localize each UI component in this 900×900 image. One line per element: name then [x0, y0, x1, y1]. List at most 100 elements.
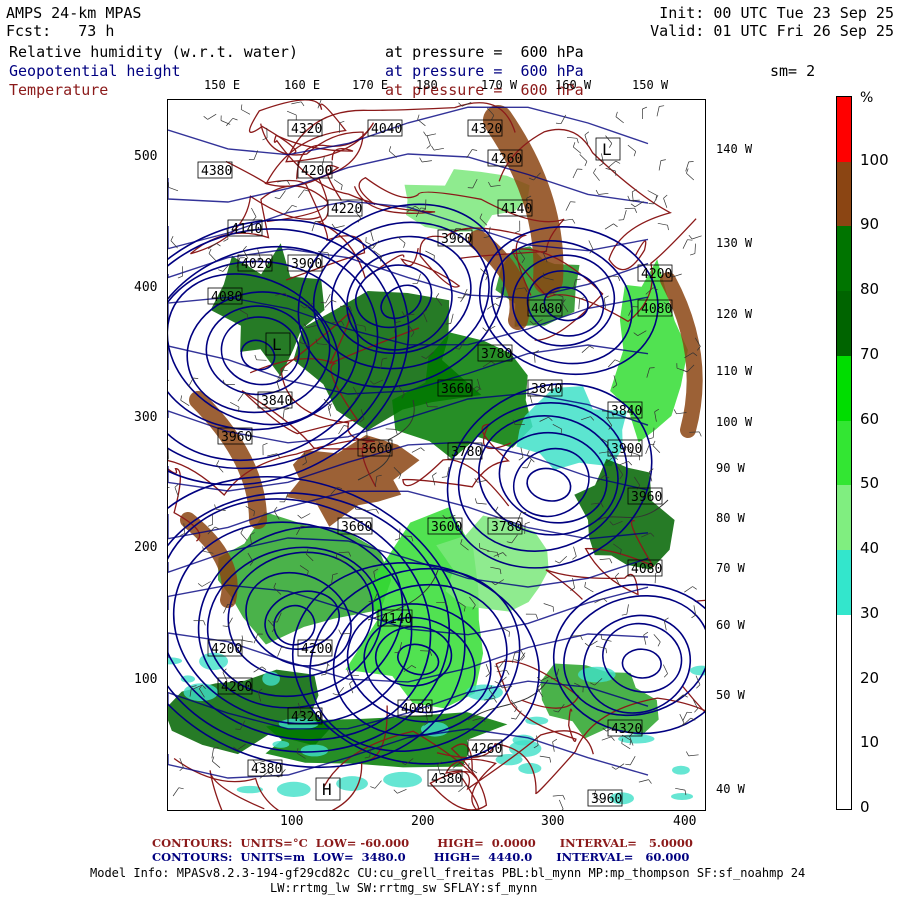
field-height-name: Geopotential height	[9, 62, 181, 80]
svg-text:4380: 4380	[251, 762, 282, 777]
wind-barb	[539, 755, 552, 763]
field-rh-name: Relative humidity (w.r.t. water)	[9, 43, 298, 61]
wind-barb	[432, 472, 437, 486]
wind-barb	[543, 603, 554, 612]
wind-barb	[554, 556, 568, 564]
colorbar-label: 30	[860, 603, 880, 622]
svg-text:3960: 3960	[591, 792, 622, 807]
wind-barb	[596, 645, 608, 654]
height-contour-label: 3780	[447, 442, 483, 460]
svg-text:4260: 4260	[471, 742, 502, 757]
wind-barb	[431, 145, 444, 151]
colorbar-band	[837, 355, 851, 422]
height-contour-label: 3660	[357, 439, 393, 457]
height-contour-label: 3660	[337, 517, 373, 535]
svg-text:3600: 3600	[431, 520, 462, 535]
wind-barb	[663, 617, 669, 631]
wind-barb	[686, 168, 695, 181]
wind-barb	[607, 160, 621, 168]
svg-text:4020: 4020	[241, 257, 272, 272]
colorbar-band	[837, 97, 851, 163]
wind-barb	[525, 613, 539, 620]
colorbar-label: 40	[860, 539, 880, 558]
colorbar-band	[837, 744, 851, 810]
height-contour-label: 4380	[247, 759, 283, 777]
wind-barb	[286, 110, 297, 121]
wind-barb	[211, 747, 219, 759]
wind-barb	[625, 756, 636, 766]
height-contour-label: 4080	[637, 299, 673, 317]
svg-text:4320: 4320	[291, 122, 322, 137]
lon-right-label: 50 W	[716, 688, 745, 702]
wind-barb	[168, 487, 170, 488]
wind-barb	[604, 223, 618, 230]
colorbar-label: 90	[860, 215, 880, 234]
svg-text:4380: 4380	[201, 164, 232, 179]
wind-barb	[168, 182, 179, 192]
height-contour	[526, 467, 572, 502]
svg-text:4320: 4320	[291, 710, 322, 725]
y-tick-label: 100	[134, 672, 158, 687]
rh-cyan-patch	[336, 776, 368, 791]
colorbar-band	[837, 291, 851, 357]
lon-top-label: 160 W	[555, 78, 592, 92]
wind-barb	[282, 408, 290, 420]
svg-text:4220: 4220	[331, 202, 362, 217]
field-temp-name: Temperature	[9, 81, 109, 99]
wind-barb	[291, 101, 305, 107]
forecast-value: 73 h	[78, 22, 115, 40]
wind-barb	[370, 780, 382, 789]
wind-barb	[279, 492, 289, 503]
wind-barb	[657, 222, 669, 231]
lon-right-label: 70 W	[716, 561, 745, 575]
wind-barb	[593, 168, 600, 181]
wind-barb	[208, 248, 217, 261]
wind-barb	[662, 664, 668, 678]
wind-barb	[685, 751, 699, 757]
forecast-label: Fcst:	[6, 22, 52, 40]
x-tick-label: 300	[541, 814, 565, 829]
wind-barb	[333, 179, 343, 191]
wind-barb	[254, 354, 267, 361]
height-contour-label: 3900	[287, 254, 323, 272]
lon-right-label: 140 W	[716, 142, 753, 156]
rh-cyan-patch	[671, 793, 694, 800]
wind-barb	[656, 105, 665, 117]
wind-barb	[572, 546, 577, 560]
svg-text:3840: 3840	[611, 404, 642, 419]
wind-barb	[685, 161, 694, 172]
lon-right-label: 110 W	[716, 364, 753, 378]
lon-right-label: 120 W	[716, 307, 753, 321]
lon-top-label: 160 E	[284, 78, 321, 92]
svg-text:4080: 4080	[531, 302, 562, 317]
weather-map[interactable]: 4320 4040 4320 4380 4200 4260 4140 4220 4140 3960…	[167, 99, 706, 811]
rh-cyan-patch	[272, 740, 290, 748]
lon-right-label: 80 W	[716, 511, 745, 525]
field-rh-level: at pressure = 600 hPa	[385, 43, 584, 61]
colorbar-label: 100	[860, 150, 889, 169]
smoothing-label: sm= 2	[770, 62, 816, 80]
wind-barb	[572, 168, 583, 179]
height-contour-label: 4320	[287, 119, 323, 137]
svg-text:3900: 3900	[611, 442, 642, 457]
svg-text:4380: 4380	[431, 772, 462, 787]
colorbar-band	[837, 161, 851, 227]
wind-barb	[584, 581, 594, 593]
wind-barb	[630, 201, 644, 208]
wind-barb	[552, 738, 558, 752]
wind-barb	[652, 440, 661, 453]
wind-barb	[643, 631, 649, 645]
svg-text:3660: 3660	[441, 382, 472, 397]
y-tick-label: 500	[134, 149, 158, 164]
wind-barb	[226, 117, 238, 127]
wind-barb	[599, 558, 613, 564]
height-contour-label: 4200	[297, 161, 333, 179]
svg-text:4040: 4040	[371, 122, 402, 137]
colorbar-label: 0	[860, 798, 870, 816]
colorbar-band	[837, 679, 851, 745]
svg-text:3840: 3840	[531, 382, 562, 397]
height-contour-label: 3840	[607, 401, 643, 419]
svg-text:4140: 4140	[501, 202, 532, 217]
wind-barb	[419, 157, 432, 163]
height-contour-label: 4200	[297, 639, 333, 657]
